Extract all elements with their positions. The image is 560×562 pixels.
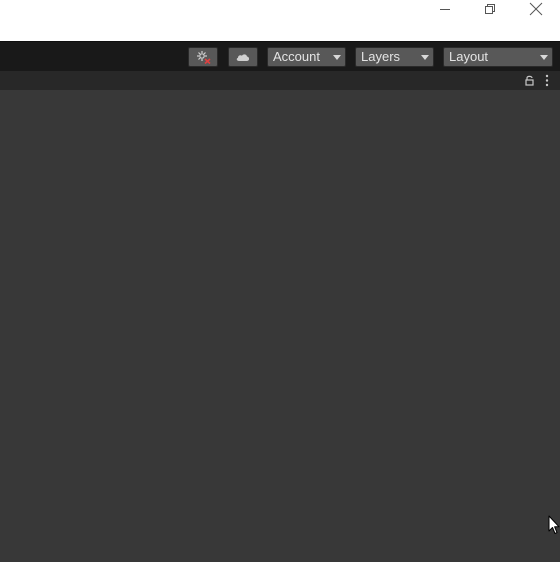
restore-icon bbox=[485, 4, 495, 14]
collab-button[interactable] bbox=[188, 47, 218, 67]
inspector-panel-body bbox=[0, 90, 560, 562]
minimize-button[interactable] bbox=[422, 0, 468, 18]
close-icon bbox=[529, 2, 543, 16]
chevron-down-icon bbox=[540, 55, 548, 60]
panel-header bbox=[0, 71, 560, 90]
mouse-cursor-icon bbox=[548, 515, 560, 534]
account-dropdown-label: Account bbox=[273, 49, 320, 64]
close-button[interactable] bbox=[513, 0, 559, 18]
layout-dropdown-label: Layout bbox=[449, 49, 489, 64]
restore-button[interactable] bbox=[467, 0, 513, 18]
kebab-menu-icon[interactable] bbox=[544, 74, 550, 87]
chevron-down-icon bbox=[333, 55, 341, 60]
collab-icon bbox=[197, 51, 211, 64]
window-titlebar bbox=[0, 0, 560, 41]
account-dropdown[interactable]: Account bbox=[267, 47, 346, 67]
layout-dropdown[interactable]: Layout bbox=[443, 47, 553, 67]
cloud-button[interactable] bbox=[228, 47, 258, 67]
main-toolbar: Account Layers Layout bbox=[0, 41, 560, 71]
layers-dropdown[interactable]: Layers bbox=[355, 47, 434, 67]
cloud-icon bbox=[236, 54, 250, 61]
lock-icon[interactable] bbox=[525, 75, 534, 86]
minimize-icon bbox=[440, 9, 450, 10]
layers-dropdown-label: Layers bbox=[361, 49, 401, 64]
chevron-down-icon bbox=[421, 55, 429, 60]
